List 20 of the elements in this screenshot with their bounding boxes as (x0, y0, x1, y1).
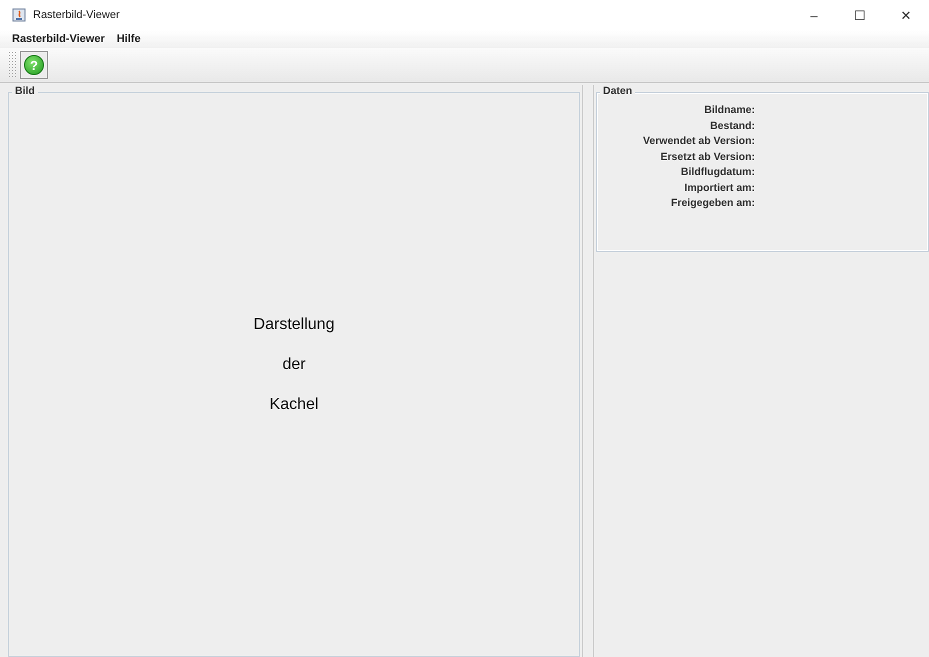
menu-item[interactable]: Rasterbild-Viewer (6, 33, 111, 45)
field-label: Ersetzt ab Version: (660, 150, 755, 162)
app-icon (12, 8, 26, 22)
minimize-button[interactable]: – (791, 6, 837, 24)
split-divider[interactable] (582, 85, 594, 657)
maximize-button[interactable]: ☐ (837, 6, 883, 24)
field-label: Importiert am: (684, 182, 755, 194)
placeholder-text: Kachel (270, 396, 318, 414)
field-label: Bestand: (710, 120, 755, 132)
window-title: Rasterbild-Viewer (33, 9, 121, 21)
menu-item[interactable]: Hilfe (110, 33, 147, 45)
placeholder-text: Darstellung (254, 316, 334, 334)
field-label: Freigegeben am: (670, 197, 755, 209)
placeholder-text: der (282, 356, 306, 374)
panel-title: Bild (12, 85, 38, 97)
panel-title: Daten (600, 85, 636, 97)
field-label: Bildflugdatum: (680, 166, 755, 178)
close-button[interactable]: ✕ (883, 6, 929, 24)
field-label: Bildname: (704, 104, 755, 116)
field-label: Verwendet ab Version: (642, 135, 755, 147)
